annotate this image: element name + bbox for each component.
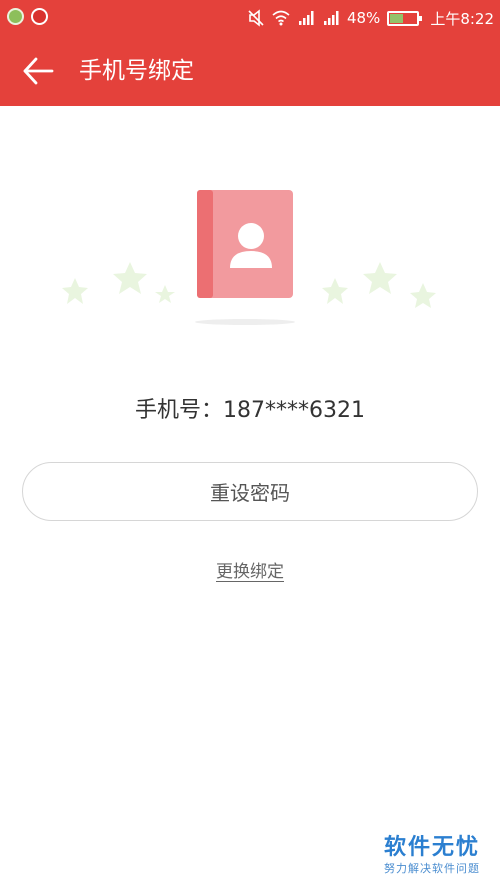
battery-icon [387,10,423,26]
app-bar: 手机号绑定 [0,36,500,106]
bound-phone-number: 手机号：187****6321 [135,398,365,423]
illustration-graphic [62,190,436,325]
watermark-logo: 软件无忧 努力解决软件问题 [384,834,480,876]
star-icon [113,262,147,294]
arrow-left-icon [23,57,54,85]
app-notification-icon [7,8,24,25]
battery-level [390,13,403,23]
star-icon [363,262,397,294]
contact-illustration [50,180,450,330]
contact-book-icon [197,190,293,298]
change-binding-label: 更换绑定 [216,562,284,582]
change-binding-link[interactable]: 更换绑定 [0,558,500,586]
wifi-icon [272,10,290,26]
clock: 上午8:22 [430,9,494,28]
mute-icon [248,9,264,27]
reset-password-button[interactable]: 重设密码 [22,462,478,521]
status-bar-right: 48% 上午8:22 [247,0,494,36]
signal-icon [298,11,314,25]
star-icon [410,283,436,308]
back-button[interactable] [18,54,58,88]
watermark-subtitle: 努力解决软件问题 [383,862,480,875]
star-icon [62,278,88,304]
watermark-title: 软件无忧 [383,835,480,860]
battery-percent: 48% [346,9,381,27]
status-bar: 48% 上午8:22 [0,0,500,36]
star-icon [322,278,348,304]
app-notification-icon [31,8,48,25]
page-title: 手机号绑定 [79,58,194,84]
star-icon [155,285,175,303]
signal-icon [323,11,339,25]
reset-password-label: 重设密码 [210,481,290,505]
